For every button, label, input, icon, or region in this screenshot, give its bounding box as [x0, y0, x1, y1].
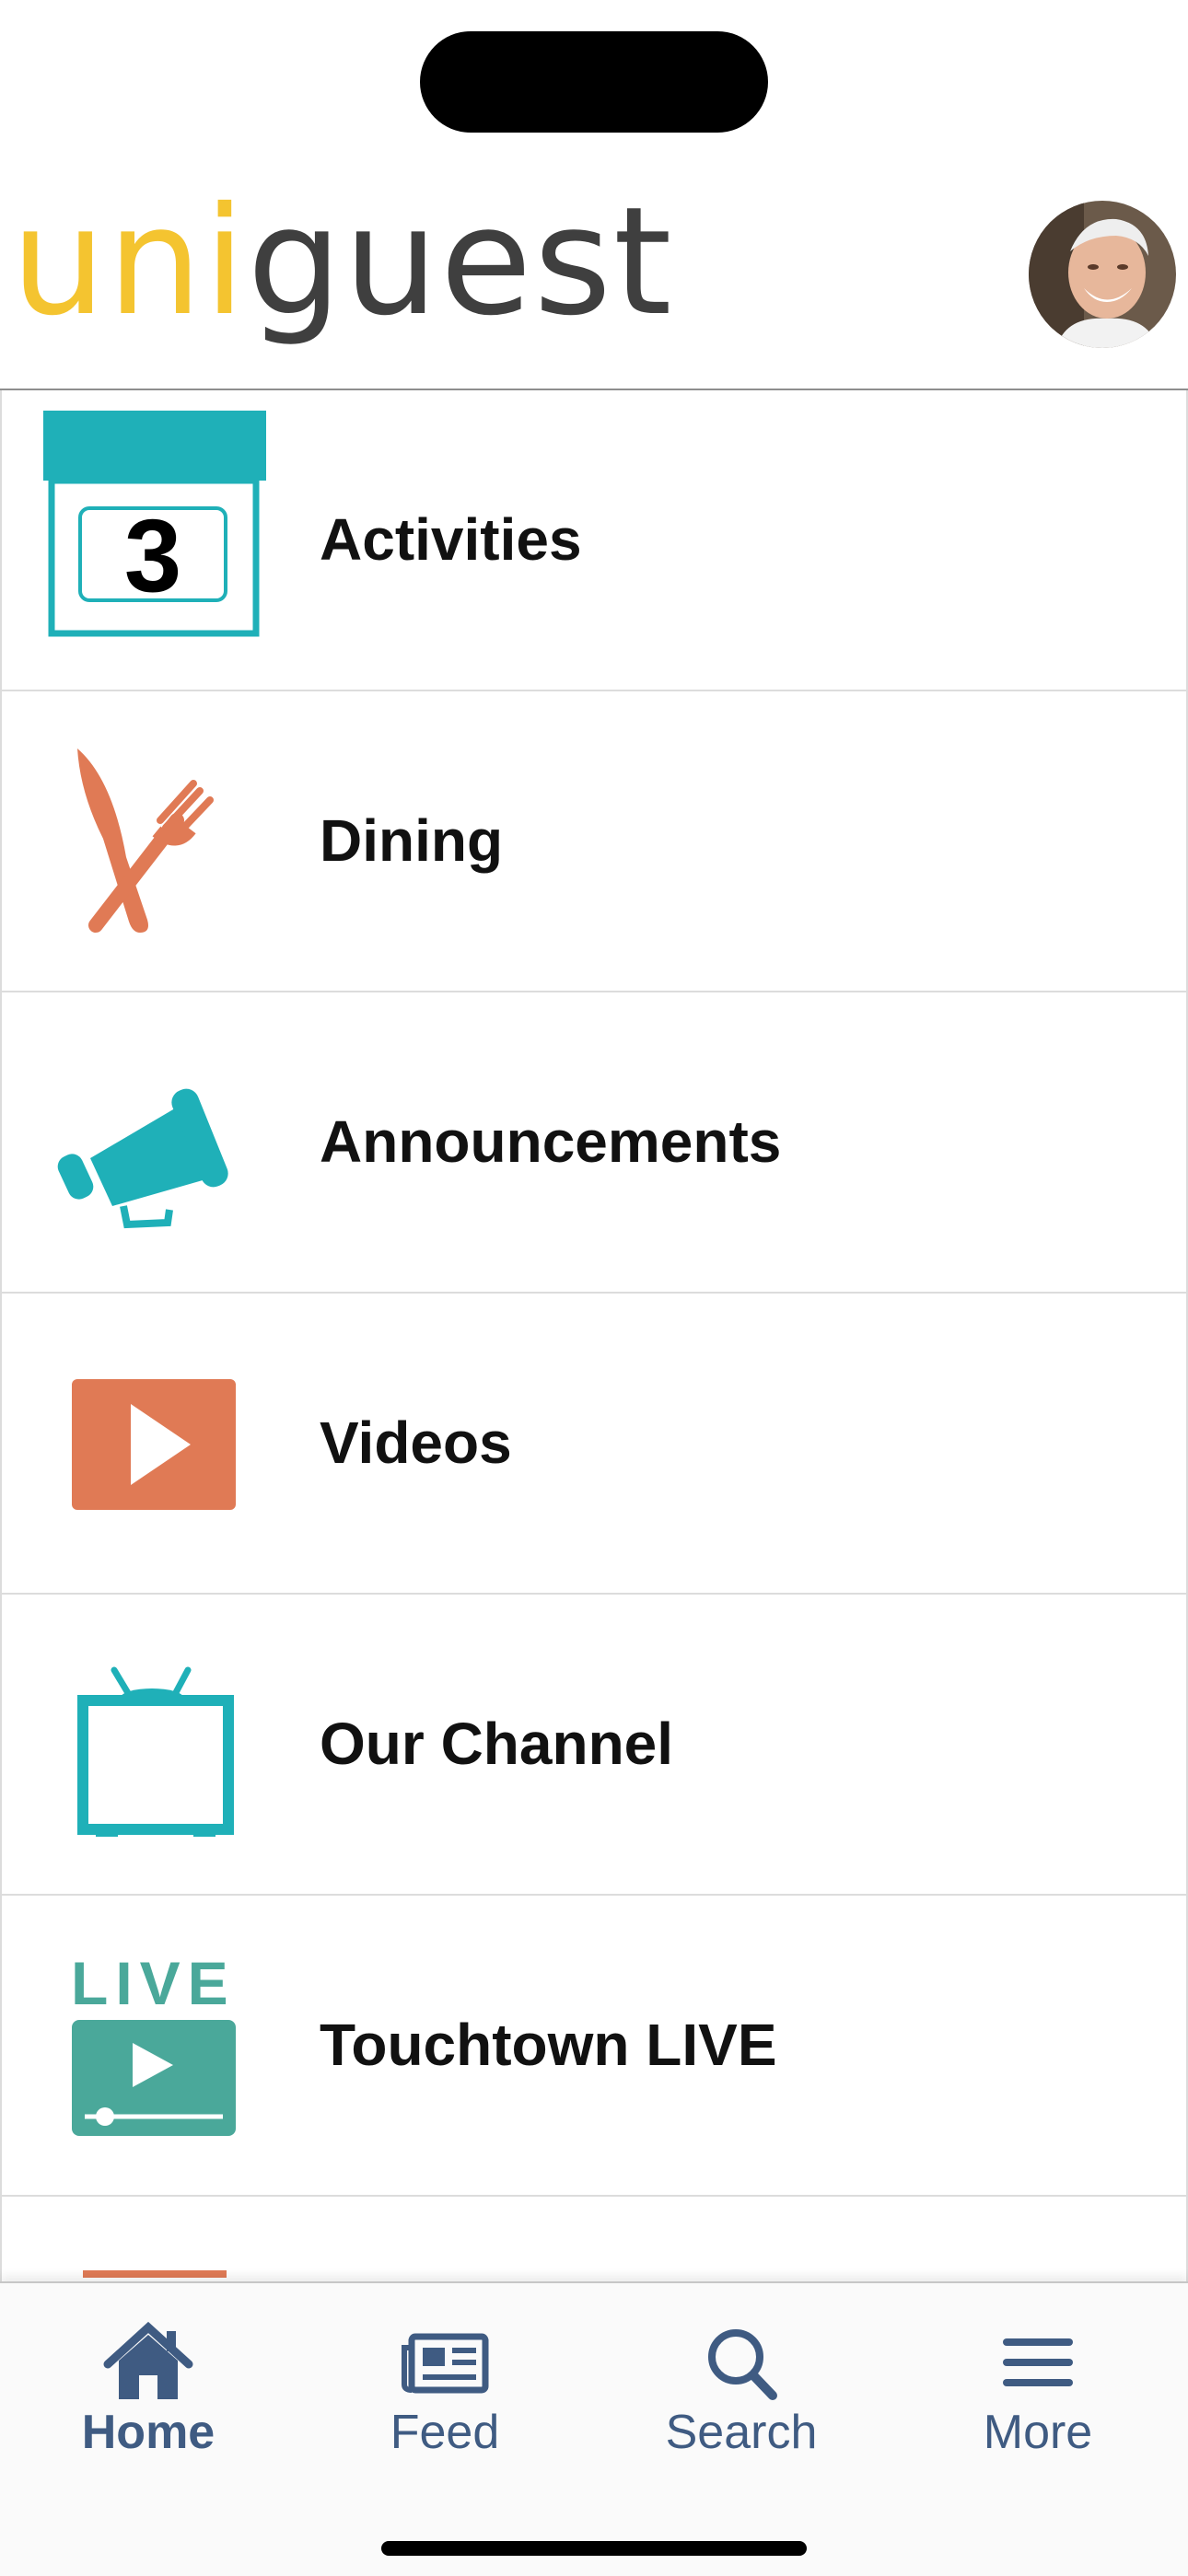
menu-item-videos[interactable]: Videos	[2, 1294, 1186, 1595]
menu-item-touchtown-live[interactable]: LIVE Touchtown LIVE	[2, 1896, 1186, 2197]
app-header: uniguest	[0, 147, 1188, 390]
menu-item-partial[interactable]	[2, 2197, 1186, 2281]
menu-label-touchtown-live: Touchtown LIVE	[320, 2012, 777, 2078]
app-logo: uniguest	[11, 184, 673, 341]
tab-label-search: Search	[665, 2406, 818, 2459]
tab-more[interactable]: More	[890, 2283, 1186, 2486]
live-text: LIVE	[71, 1949, 236, 2017]
tab-feed[interactable]: Feed	[297, 2283, 593, 2486]
tab-home[interactable]: Home	[0, 2283, 297, 2486]
tab-label-feed: Feed	[390, 2406, 500, 2459]
menu-item-dining[interactable]: Dining	[2, 691, 1186, 992]
calendar-icon: 3	[39, 390, 266, 690]
tab-search[interactable]: Search	[593, 2283, 890, 2486]
menu-item-announcements[interactable]: Announcements	[2, 992, 1186, 1294]
search-icon	[695, 2320, 787, 2403]
megaphone-icon	[39, 992, 241, 1292]
main-menu: 3 Activities Dining Announcements Videos…	[0, 390, 1188, 2281]
logo-uni: uni	[11, 176, 248, 349]
menu-label-activities: Activities	[320, 506, 582, 573]
play-icon	[39, 1294, 241, 1593]
tv-icon	[39, 1595, 241, 1894]
calendar-date: 3	[124, 498, 181, 613]
menu-label-dining: Dining	[320, 807, 504, 874]
menu-item-our-channel[interactable]: Our Channel	[2, 1595, 1186, 1896]
home-icon	[102, 2320, 194, 2403]
fork-knife-icon	[39, 691, 241, 991]
newspaper-icon	[399, 2320, 491, 2403]
tab-label-home: Home	[81, 2406, 215, 2459]
menu-icon	[992, 2320, 1084, 2403]
home-indicator[interactable]	[381, 2541, 807, 2556]
dynamic-island	[420, 31, 768, 133]
menu-label-announcements: Announcements	[320, 1108, 782, 1175]
tab-label-more: More	[983, 2406, 1093, 2459]
partial-icon	[39, 2197, 241, 2281]
bottom-tab-bar: Home Feed Search More	[0, 2281, 1188, 2576]
menu-label-videos: Videos	[320, 1410, 512, 1476]
live-video-icon: LIVE	[39, 1896, 241, 2195]
menu-label-our-channel: Our Channel	[320, 1711, 674, 1777]
menu-item-activities[interactable]: 3 Activities	[2, 390, 1186, 691]
logo-guest: guest	[247, 176, 674, 349]
user-avatar[interactable]	[1029, 201, 1176, 348]
